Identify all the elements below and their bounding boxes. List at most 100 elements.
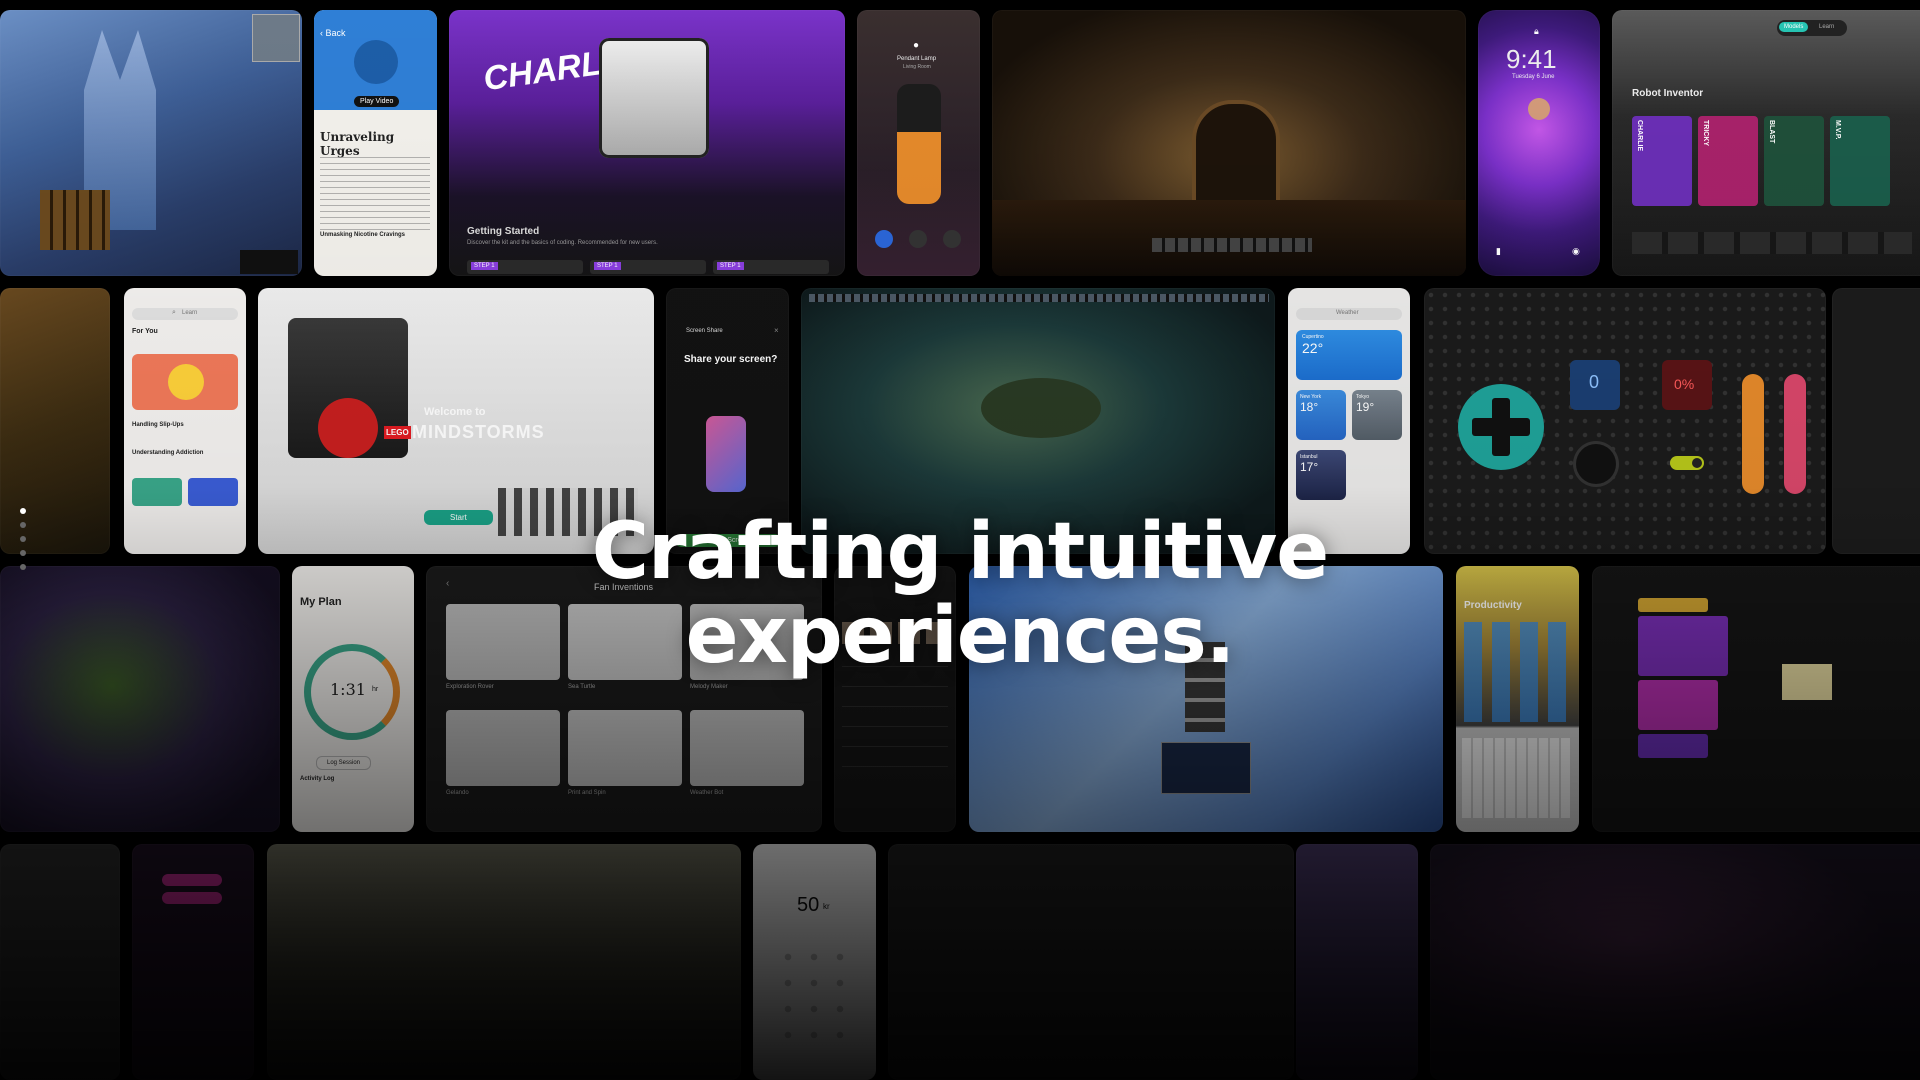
handling-slip-ups: Handling Slip-Ups bbox=[132, 422, 184, 428]
toggle-switch[interactable] bbox=[1670, 456, 1704, 470]
model-card[interactable]: CHARLIE bbox=[1632, 116, 1692, 206]
invention-label: Sea Turtle bbox=[568, 684, 596, 690]
model-card-label: BLAST bbox=[1768, 120, 1775, 144]
tile-row4-chat[interactable] bbox=[132, 844, 254, 1080]
hero-line-2: experiences. bbox=[685, 591, 1236, 682]
tile-row4-dashboard[interactable] bbox=[888, 844, 1294, 1080]
search-icon: ⌕ bbox=[172, 309, 176, 316]
price-amount: 50 bbox=[797, 894, 820, 916]
for-you-title: For You bbox=[132, 328, 158, 335]
brightness-slider[interactable] bbox=[897, 84, 941, 204]
emoji-card[interactable] bbox=[132, 354, 238, 410]
play-video-button[interactable]: Play Video bbox=[354, 96, 400, 107]
robot-inventor-title: Robot Inventor bbox=[1632, 88, 1704, 99]
model-card[interactable]: M.V.P. bbox=[1830, 116, 1890, 206]
dpad[interactable] bbox=[1458, 384, 1544, 470]
phone-illustration bbox=[706, 416, 746, 492]
getting-started-sub: Discover the kit and the basics of codin… bbox=[467, 240, 658, 246]
avatar bbox=[1528, 98, 1550, 120]
activity-log-heading: Activity Log bbox=[300, 776, 335, 782]
tile-fantasy-castle[interactable] bbox=[0, 10, 302, 276]
city-temp: 18° bbox=[1300, 400, 1319, 414]
city-temp: 19° bbox=[1356, 400, 1375, 414]
lock-icon: 🔒︎ bbox=[1534, 26, 1539, 36]
pager-dots bbox=[18, 508, 28, 578]
keyboard[interactable] bbox=[1462, 738, 1572, 818]
model-card[interactable]: TRICKY bbox=[1698, 116, 1758, 206]
model-card[interactable]: BLAST bbox=[1764, 116, 1824, 206]
tile-robot-inventor[interactable]: Models Learn Robot Inventor CHARLIE TRIC… bbox=[1612, 10, 1920, 276]
log-session-button[interactable]: Log Session bbox=[316, 756, 372, 770]
price-unit: kr bbox=[823, 902, 830, 911]
weather-card[interactable]: Istanbul 17° bbox=[1296, 450, 1346, 500]
lock-time: 9:41 bbox=[1506, 44, 1557, 74]
close-icon[interactable]: × bbox=[774, 326, 779, 335]
weather-card[interactable]: New York 18° bbox=[1296, 390, 1346, 440]
joystick[interactable] bbox=[1576, 444, 1616, 484]
lego-logo: LEGO bbox=[384, 426, 411, 439]
city-temp: 17° bbox=[1300, 460, 1319, 474]
share-question: Share your screen? bbox=[684, 354, 778, 365]
tile-unraveling-urges[interactable]: ‹ Back Play Video Unraveling Urges Unmas… bbox=[314, 10, 437, 276]
slider-pink[interactable] bbox=[1784, 374, 1806, 494]
tab-learn[interactable]: Learn bbox=[1819, 24, 1834, 30]
model-card-label: TRICKY bbox=[1702, 120, 1709, 147]
step-label: STEP 1 bbox=[471, 262, 498, 270]
plan-time: 1:31 bbox=[330, 680, 366, 699]
model-card-label: M.V.P. bbox=[1834, 120, 1841, 140]
pager-dot[interactable] bbox=[20, 550, 26, 556]
invention-card[interactable] bbox=[568, 710, 682, 786]
step-card[interactable]: STEP 1 bbox=[590, 260, 706, 274]
percent-widget: 0% bbox=[1662, 360, 1712, 410]
flashlight-icon[interactable]: ▮ bbox=[1496, 246, 1501, 257]
tile-price-keypad[interactable]: 50 kr bbox=[753, 844, 876, 1080]
invention-card[interactable] bbox=[690, 710, 804, 786]
getting-started-heading: Getting Started bbox=[467, 226, 540, 237]
tile-dark-castle[interactable] bbox=[267, 844, 741, 1080]
understanding-addiction: Understanding Addiction bbox=[132, 450, 204, 456]
pager-dot[interactable] bbox=[20, 536, 26, 542]
invention-label: Print and Spin bbox=[568, 790, 606, 796]
lock-date: Tuesday 6 June bbox=[1512, 74, 1555, 80]
welcome-text: Welcome to bbox=[424, 406, 486, 418]
lamp-sub: Living Room bbox=[903, 64, 931, 70]
pager-dot[interactable] bbox=[20, 564, 26, 570]
weather-search-label: Weather bbox=[1336, 310, 1359, 316]
hero-headline: Crafting intuitive experiences. bbox=[0, 510, 1920, 678]
counter-widget: 0 bbox=[1570, 360, 1620, 410]
tile-dungeon-gate[interactable] bbox=[992, 10, 1466, 276]
tile-pendant-lamp[interactable]: ● Pendant Lamp Living Room bbox=[857, 10, 980, 276]
weather-search[interactable]: Weather bbox=[1296, 308, 1402, 320]
weather-card-large[interactable]: Cupertino 22° bbox=[1296, 330, 1402, 380]
tile-row4-game[interactable] bbox=[1430, 844, 1920, 1080]
weather-card[interactable]: Tokyo 19° bbox=[1352, 390, 1402, 440]
back-link[interactable]: ‹ Back bbox=[320, 28, 346, 38]
number-keypad[interactable] bbox=[775, 944, 855, 1044]
charlie-robot-image bbox=[599, 38, 709, 158]
section-heading: Unmasking Nicotine Cravings bbox=[320, 232, 406, 238]
step-label: STEP 1 bbox=[717, 262, 744, 270]
plan-unit: hr bbox=[372, 686, 379, 693]
tile-row4-phone[interactable] bbox=[1296, 844, 1418, 1080]
search-placeholder: Learn bbox=[182, 310, 198, 316]
pager-dot[interactable] bbox=[20, 522, 26, 528]
screen-share-header: Screen Share bbox=[686, 328, 723, 334]
step-card[interactable]: STEP 1 bbox=[713, 260, 829, 274]
invention-card[interactable] bbox=[446, 710, 560, 786]
invention-label: Exploration Rover bbox=[446, 684, 494, 690]
tab-models[interactable]: Models bbox=[1779, 22, 1809, 32]
hero-line-1: Crafting intuitive bbox=[591, 507, 1329, 598]
percent-value: 0% bbox=[1674, 376, 1695, 392]
slider-orange[interactable] bbox=[1742, 374, 1764, 494]
camera-icon[interactable]: ◉ bbox=[1572, 246, 1580, 257]
tile-row4-a[interactable] bbox=[0, 844, 120, 1080]
tile-lock-screen[interactable]: 🔒︎ 9:41 Tuesday 6 June ▮ ◉ bbox=[1478, 10, 1600, 276]
step-card[interactable]: STEP 1 bbox=[467, 260, 583, 274]
learn-search-field[interactable]: ⌕ Learn bbox=[132, 308, 238, 320]
tile-charlie-robot[interactable]: CHARLIE Getting Started Discover the kit… bbox=[449, 10, 845, 276]
invention-label: Weather Bot bbox=[690, 790, 724, 796]
pager-dot[interactable] bbox=[20, 508, 26, 514]
mindstorms-wordmark: MINDSTORMS bbox=[412, 422, 545, 442]
models-learn-toggle[interactable]: Models Learn bbox=[1777, 20, 1847, 36]
model-card-label: CHARLIE bbox=[1636, 120, 1643, 152]
